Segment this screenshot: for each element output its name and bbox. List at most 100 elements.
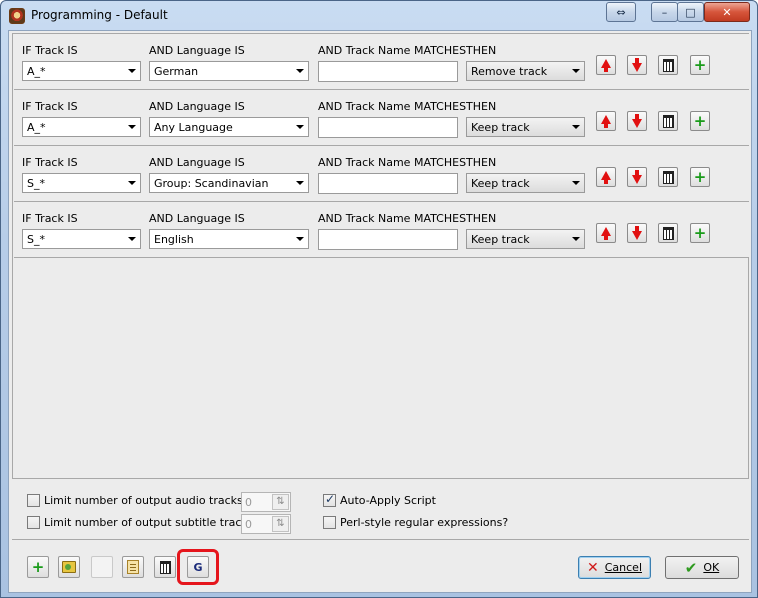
limit-subtitle-label: Limit number of output subtitle tracks: [44,516,258,529]
limit-subtitle-checkbox[interactable] [27,516,40,529]
ok-check-icon: ✔ [684,558,698,577]
action-value: Keep track [471,177,530,190]
add-rule-button[interactable]: + [690,223,710,243]
track-select[interactable]: S_* [22,229,141,249]
audio-count-spinner[interactable]: 0 ⇅ [241,492,291,512]
delete-all-button[interactable] [154,556,176,578]
add-rule-button[interactable]: + [690,55,710,75]
minimize-icon: – [661,5,668,19]
minimize-button[interactable]: – [651,2,678,22]
save-script-button[interactable] [122,556,144,578]
move-down-button[interactable] [627,223,647,243]
cancel-button[interactable]: ✕ Cancel [578,556,651,579]
action-select[interactable]: Keep track [466,173,585,193]
language-select[interactable]: German [149,61,309,81]
track-select[interactable]: A_* [22,117,141,137]
rule-row: IF Track IS AND Language IS AND Track Na… [14,202,749,258]
track-name-input[interactable] [318,117,458,138]
trash-icon [159,560,171,574]
delete-rule-button[interactable] [658,111,678,131]
track-select[interactable]: S_* [22,173,141,193]
limit-audio-label: Limit number of output audio tracks: [44,494,247,507]
folder-icon [62,561,76,573]
subtitle-count-value: 0 [245,518,252,531]
chevron-down-icon [128,69,136,73]
app-icon [9,8,25,24]
restore-size-button[interactable]: ⇔ [606,2,636,22]
move-up-button[interactable] [596,223,616,243]
name-label: AND Track Name MATCHES [318,44,467,57]
language-select[interactable]: English [149,229,309,249]
move-down-button[interactable] [627,111,647,131]
auto-apply-checkbox[interactable] [323,492,336,507]
action-select[interactable]: Remove track [466,61,585,81]
chevron-down-icon [296,181,304,185]
maximize-button[interactable]: □ [677,2,704,22]
language-select[interactable]: Any Language [149,117,309,137]
then-label: THEN [466,100,497,113]
language-select[interactable]: Group: Scandinavian [149,173,309,193]
move-up-button[interactable] [596,111,616,131]
track-label: IF Track IS [22,100,78,113]
action-select[interactable]: Keep track [466,117,585,137]
track-name-input[interactable] [318,61,458,82]
track-select[interactable]: A_* [22,61,141,81]
add-rule-button[interactable]: + [690,111,710,131]
ok-button[interactable]: ✔ OK [665,556,739,579]
chevron-down-icon [572,181,580,185]
arrow-down-icon [632,225,642,240]
spin-arrows-icon[interactable]: ⇅ [272,516,289,532]
add-rule-button[interactable]: + [27,556,49,578]
move-down-button[interactable] [627,167,647,187]
track-name-input[interactable] [318,229,458,250]
delete-rule-button[interactable] [658,167,678,187]
chevron-down-icon [572,237,580,241]
chevron-down-icon [296,125,304,129]
title-bar[interactable]: Programming - Default ⇔ – □ ✕ [1,1,757,31]
language-label: AND Language IS [149,212,245,225]
track-value: S_* [27,233,45,246]
limit-audio-checkbox[interactable] [27,494,40,507]
plus-icon: + [693,223,707,242]
document-icon [127,560,139,574]
blank-button[interactable] [91,556,113,578]
arrow-down-icon [632,113,642,128]
plus-icon: + [693,167,707,186]
perl-regex-option[interactable]: Perl-style regular expressions? [323,516,508,529]
language-label: AND Language IS [149,156,245,169]
resize-icon: ⇔ [616,5,626,19]
options-panel: Limit number of output audio tracks: 0 ⇅… [12,482,749,540]
track-name-input[interactable] [318,173,458,194]
track-label: IF Track IS [22,44,78,57]
delete-rule-button[interactable] [658,55,678,75]
delete-rule-button[interactable] [658,223,678,243]
name-label: AND Track Name MATCHES [318,156,467,169]
action-value: Remove track [471,65,548,78]
name-label: AND Track Name MATCHES [318,212,467,225]
then-label: THEN [466,156,497,169]
move-up-button[interactable] [596,167,616,187]
arrow-down-icon [632,169,642,184]
limit-audio-option[interactable]: Limit number of output audio tracks: [27,494,246,507]
subtitle-count-spinner[interactable]: 0 ⇅ [241,514,291,534]
perl-regex-checkbox[interactable] [323,516,336,529]
arrow-down-icon [632,57,642,72]
move-up-button[interactable] [596,55,616,75]
chevron-down-icon [572,125,580,129]
move-down-button[interactable] [627,55,647,75]
auto-apply-option[interactable]: Auto-Apply Script [323,492,436,507]
close-button[interactable]: ✕ [704,2,750,22]
programming-window: Programming - Default ⇔ – □ ✕ IF Track I… [0,0,758,598]
spin-arrows-icon[interactable]: ⇅ [272,494,289,510]
arrow-up-icon [601,171,611,184]
open-script-button[interactable] [58,556,80,578]
highlight-box [177,549,219,585]
action-select[interactable]: Keep track [466,229,585,249]
limit-subtitle-option[interactable]: Limit number of output subtitle tracks: [27,516,257,529]
rule-row: IF Track IS AND Language IS AND Track Na… [14,34,749,90]
add-rule-button[interactable]: + [690,167,710,187]
trash-icon [662,114,674,128]
language-label: AND Language IS [149,44,245,57]
trash-icon [662,170,674,184]
action-value: Keep track [471,121,530,134]
